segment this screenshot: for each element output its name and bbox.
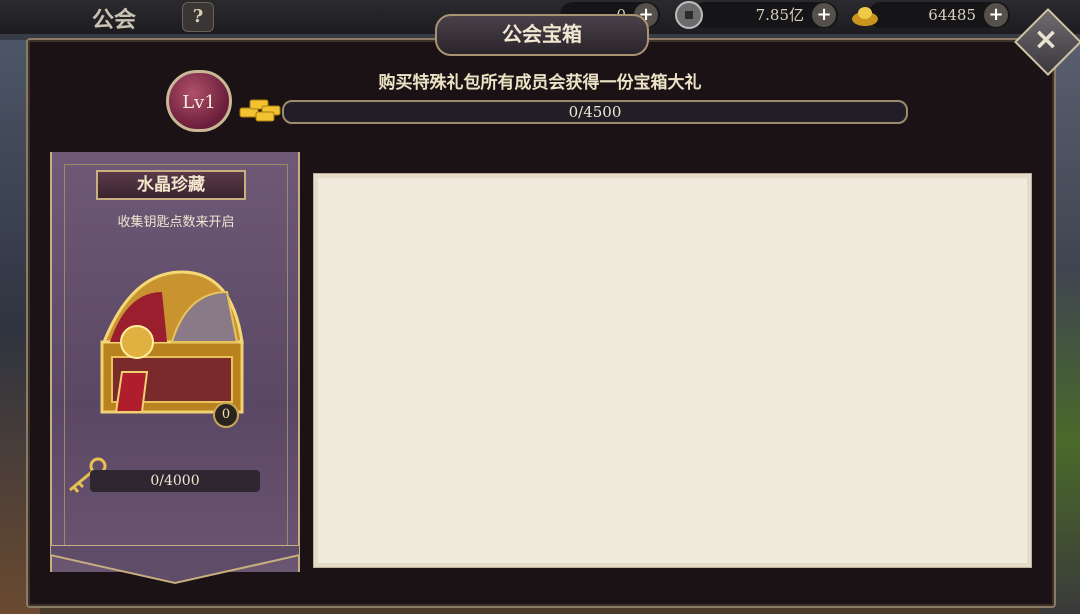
- guild-title: 公会: [92, 7, 137, 33]
- key-progress-bar: 0/4000: [90, 470, 260, 492]
- level-badge: Lv1: [166, 70, 232, 132]
- ingot-icon: [852, 7, 878, 26]
- content-panel: [313, 173, 1032, 568]
- help-button[interactable]: ?: [182, 2, 214, 32]
- chest-notice: 购买特殊礼包所有成员会获得一份宝箱大礼: [378, 73, 702, 93]
- banner-subtitle: 收集钥匙点数来开启: [117, 215, 235, 230]
- resource-ingot: 64485 +: [852, 2, 1010, 28]
- gold-bars-icon: [239, 99, 281, 122]
- coin-icon: [675, 1, 703, 29]
- resource-coin: 7.85亿 +: [675, 1, 838, 29]
- guild-progress-text: 0/4500: [568, 103, 622, 121]
- banner-title: 水晶珍藏: [96, 170, 246, 200]
- guild-progress-bar: 0/4500: [282, 100, 908, 124]
- add-ingot-button[interactable]: +: [984, 3, 1008, 27]
- chest-count-badge: 0: [213, 402, 239, 428]
- banner-tail: [50, 545, 300, 585]
- close-icon[interactable]: ×: [1024, 18, 1068, 62]
- add-coin-button[interactable]: +: [812, 3, 836, 27]
- dialog-title: 公会宝箱: [435, 14, 649, 56]
- coin-value: 7.85亿: [755, 6, 804, 24]
- ingot-value: 64485: [928, 6, 976, 24]
